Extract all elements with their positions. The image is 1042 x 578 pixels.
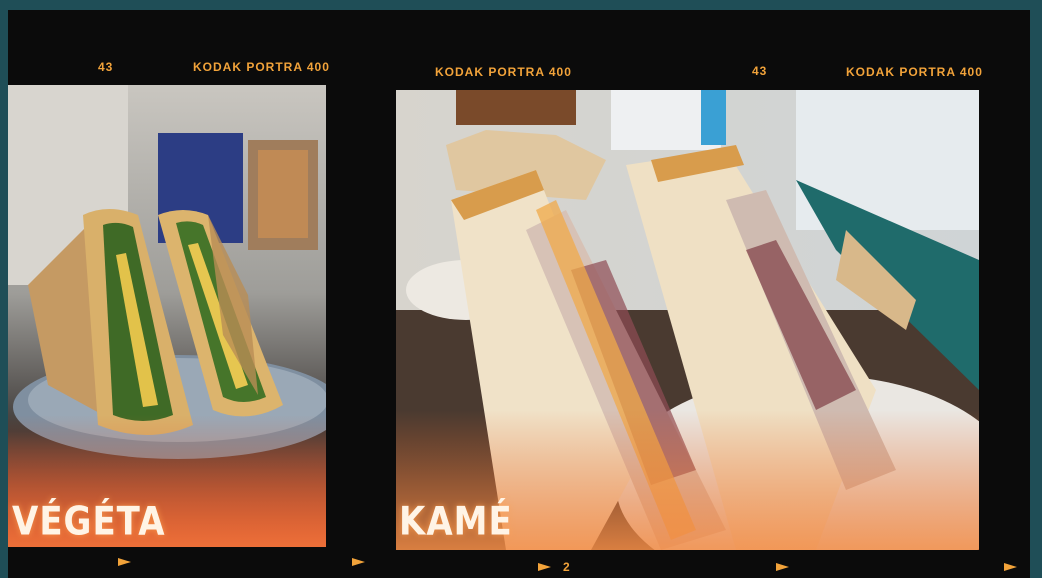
frame-number-top-right: 43 bbox=[752, 64, 768, 78]
photo-caption-vegeta: VÉGÉTA bbox=[12, 499, 166, 545]
film-arrow-marker bbox=[118, 558, 131, 566]
film-stock-label: KODAK PORTRA 400 bbox=[193, 60, 330, 74]
vegetable-sandwich-photo bbox=[8, 85, 326, 547]
film-stock-label: KODAK PORTRA 400 bbox=[435, 65, 572, 79]
film-stock-label: KODAK PORTRA 400 bbox=[846, 65, 983, 79]
film-arrow-marker bbox=[538, 563, 551, 571]
frame-number-bottom: 2 bbox=[563, 560, 570, 574]
frame-number-top-left: 43 bbox=[98, 60, 114, 74]
meat-sandwich-photo bbox=[396, 90, 979, 550]
film-arrow-marker bbox=[352, 558, 365, 566]
film-arrow-marker bbox=[776, 563, 789, 571]
photo-caption-kame: KAMÉ bbox=[399, 499, 513, 545]
film-arrow-marker bbox=[1004, 563, 1017, 571]
